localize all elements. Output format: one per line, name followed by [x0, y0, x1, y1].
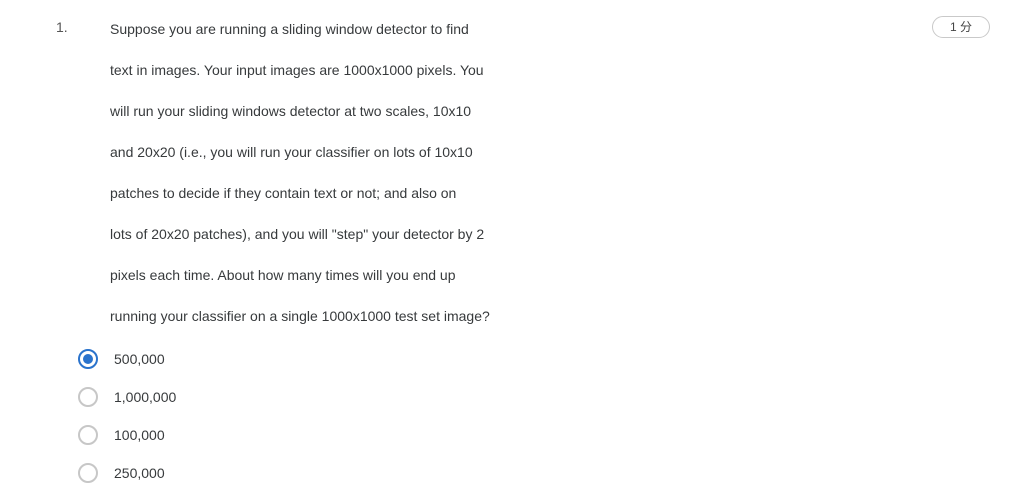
answer-option-label: 500,000 — [114, 351, 165, 367]
question-text-line: running your classifier on a single 1000… — [110, 308, 490, 324]
answer-option-label: 1,000,000 — [114, 389, 177, 405]
question-number: 1. — [56, 19, 68, 35]
question-text-line: patches to decide if they contain text o… — [110, 185, 457, 201]
answer-option-1000000[interactable]: 1,000,000 — [78, 378, 176, 416]
answer-option-label: 100,000 — [114, 427, 165, 443]
answer-option-label: 250,000 — [114, 465, 165, 481]
radio-button[interactable] — [78, 349, 98, 369]
radio-button[interactable] — [78, 387, 98, 407]
question-text-line: text in images. Your input images are 10… — [110, 62, 484, 78]
answer-options: 500,000 1,000,000 100,000 250,000 — [78, 340, 176, 492]
answer-option-250000[interactable]: 250,000 — [78, 454, 176, 492]
answer-option-500000[interactable]: 500,000 — [78, 340, 176, 378]
question-text-line: and 20x20 (i.e., you will run your class… — [110, 144, 473, 160]
question-text-line: pixels each time. About how many times w… — [110, 267, 456, 283]
question-text: Suppose you are running a sliding window… — [110, 9, 530, 337]
question-text-line: will run your sliding windows detector a… — [110, 103, 472, 119]
question-text-line: lots of 20x20 patches), and you will "st… — [110, 226, 485, 242]
quiz-question: 1. Suppose you are running a sliding win… — [0, 0, 1014, 493]
question-text-line: Suppose you are running a sliding window… — [110, 21, 469, 37]
radio-button[interactable] — [78, 463, 98, 483]
points-badge: 1 分 — [932, 16, 990, 38]
radio-button[interactable] — [78, 425, 98, 445]
answer-option-100000[interactable]: 100,000 — [78, 416, 176, 454]
